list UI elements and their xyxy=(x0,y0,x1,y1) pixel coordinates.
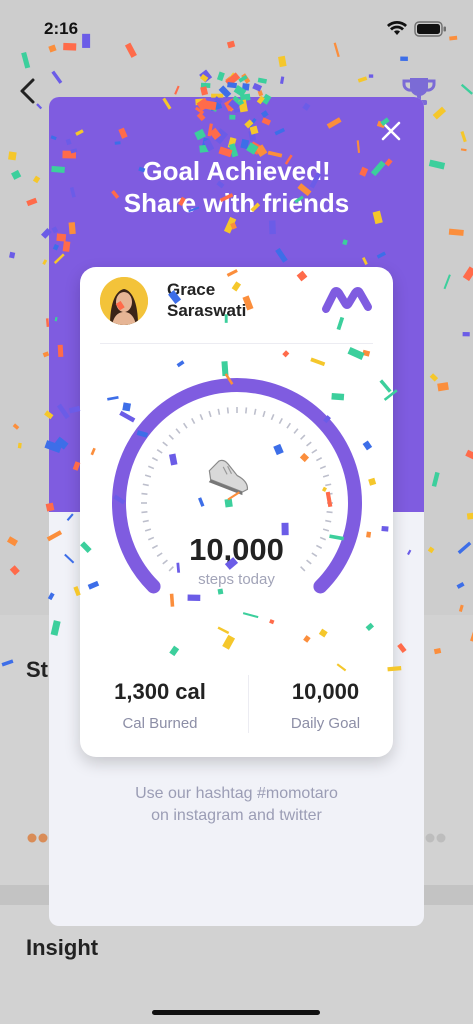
gauge-tick xyxy=(325,483,332,487)
user-name: Grace Saraswati xyxy=(167,279,246,321)
gauge-tick xyxy=(141,492,148,495)
gauge-tick xyxy=(148,465,155,470)
gauge-tick xyxy=(245,407,248,414)
steps-value: 10,000 xyxy=(189,532,284,567)
modal-title: Goal Achieved! Share with friends xyxy=(49,155,424,219)
gauge-tick xyxy=(319,465,326,470)
gauge-tick xyxy=(311,449,318,454)
gauge-tick xyxy=(142,519,149,523)
gauge-tick xyxy=(326,511,333,514)
gauge-tick xyxy=(144,528,152,532)
back-arrow-icon[interactable] xyxy=(16,76,42,106)
gauge-tick xyxy=(175,428,181,434)
hashtag-line2: on instagram and twitter xyxy=(151,807,322,824)
card-divider xyxy=(100,343,373,344)
gauge-tick xyxy=(162,441,168,447)
hashtag-text: Use our hashtag #momotaro on instagram a… xyxy=(49,783,424,827)
home-indicator xyxy=(152,1010,320,1015)
gauge-tick xyxy=(142,483,149,487)
modal-title-line1: Goal Achieved! xyxy=(142,156,331,186)
gauge-tick xyxy=(293,428,299,434)
gauge-tick xyxy=(226,407,229,414)
gauge-tick xyxy=(151,457,159,462)
gauge-tick xyxy=(326,492,333,495)
gauge-tick xyxy=(144,474,152,478)
gauge-tick xyxy=(262,410,266,418)
steps-label: steps today xyxy=(198,571,275,588)
gauge-tick xyxy=(156,449,163,454)
gauge-tick xyxy=(325,519,332,523)
hashtag-line1: Use our hashtag #momotaro xyxy=(135,785,338,802)
gauge-tick xyxy=(270,414,275,421)
app-logo-icon xyxy=(322,287,372,313)
goal-achieved-modal: Goal Achieved! Share with friends Grace … xyxy=(49,97,424,926)
gauge-tick xyxy=(286,422,291,429)
share-card: Grace Saraswati 10,000 steps today 1,300… xyxy=(80,267,393,757)
background-legend-dots-right xyxy=(425,833,446,843)
status-icons xyxy=(387,21,446,37)
user-first-name: Grace xyxy=(167,280,216,299)
gauge-tick xyxy=(253,408,257,415)
user-last-name: Saraswati xyxy=(167,301,247,320)
close-icon[interactable] xyxy=(379,119,403,143)
gauge-tick xyxy=(217,408,221,415)
gauge-tick xyxy=(278,417,283,425)
avatar xyxy=(100,277,148,325)
calories-value: 1,300 cal xyxy=(114,679,206,704)
gauge-tick xyxy=(322,528,330,532)
gauge-tick xyxy=(141,511,148,514)
gauge-tick xyxy=(183,422,188,429)
gauge-tick xyxy=(300,434,306,440)
modal-title-line2: Share with friends xyxy=(123,188,350,218)
gauge-tick xyxy=(306,441,312,447)
background-section-title: St xyxy=(26,657,48,682)
insight-title: Insight xyxy=(26,935,99,960)
gauge-tick xyxy=(199,414,204,421)
calories-label: Cal Burned xyxy=(122,715,198,732)
gauge-tick xyxy=(208,410,212,418)
gauge-tick xyxy=(191,417,196,425)
gauge-tick xyxy=(315,457,323,462)
status-time: 2:16 xyxy=(44,19,79,38)
gauge-tick xyxy=(168,434,174,440)
battery-icon xyxy=(414,21,446,37)
goal-label: Daily Goal xyxy=(290,715,361,732)
wifi-icon xyxy=(387,21,407,35)
goal-value: 10,000 xyxy=(291,679,360,704)
sneaker-icon xyxy=(208,459,249,496)
gauge-tick xyxy=(322,474,330,478)
